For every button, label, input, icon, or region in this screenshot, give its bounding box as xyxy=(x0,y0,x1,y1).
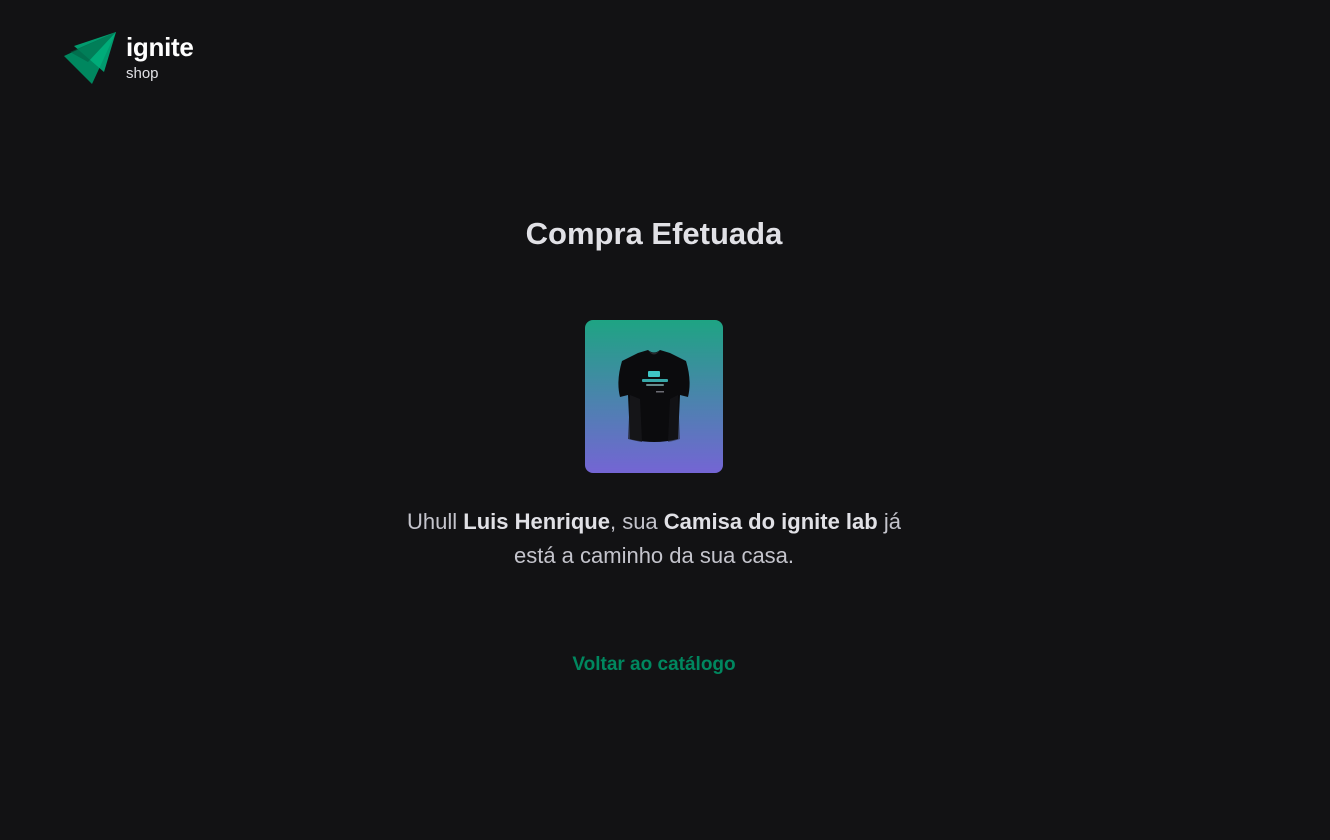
back-to-catalog-label[interactable]: Voltar ao catálogo xyxy=(572,654,735,675)
product-name: Camisa do ignite lab xyxy=(663,509,878,534)
success-message: Uhull Luis Henrique, sua Camisa do ignit… xyxy=(385,505,923,573)
tshirt-icon xyxy=(618,349,690,442)
back-to-catalog-link[interactable]: Voltar ao catálogo xyxy=(0,654,1308,676)
customer-name: Luis Henrique xyxy=(463,509,610,534)
message-middle: , sua xyxy=(609,509,664,534)
page-title: Compra Efetuada xyxy=(525,216,783,251)
message-prefix: Uhull xyxy=(407,509,464,534)
product-image xyxy=(585,320,723,473)
success-container: Compra Efetuada Uhull Luis Henrique, sua… xyxy=(0,0,1330,840)
